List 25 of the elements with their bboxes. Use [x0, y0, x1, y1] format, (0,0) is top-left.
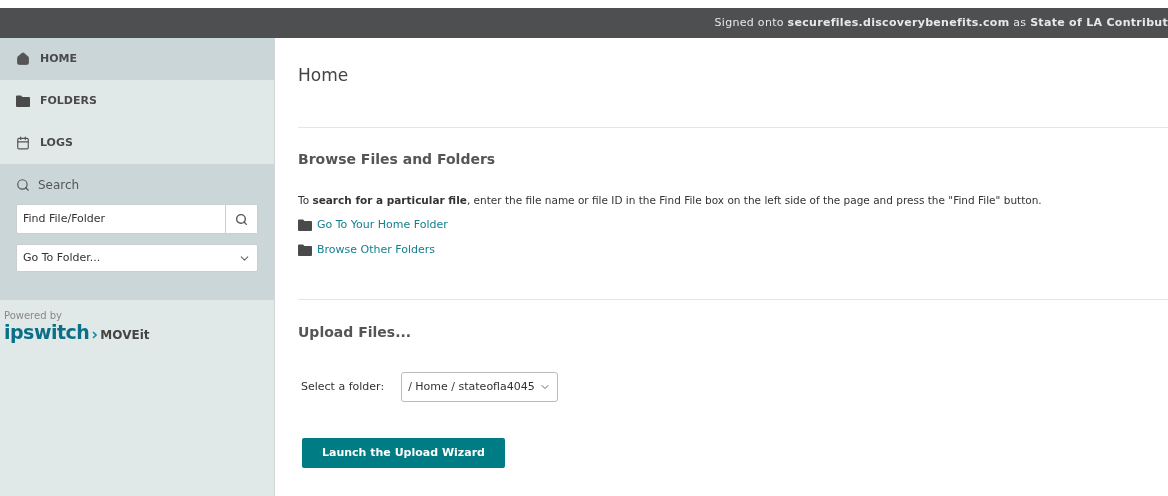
nav-item[interactable]: HOME	[0, 38, 274, 80]
chevron-icon	[92, 331, 98, 339]
select-label: Select a folder:	[301, 378, 385, 395]
log-icon	[16, 136, 30, 150]
section-heading: Upload Files...	[298, 323, 413, 342]
folder-select[interactable]: / Home / stateofla4045	[401, 372, 558, 402]
search-button[interactable]	[226, 204, 258, 234]
search-icon	[235, 212, 248, 226]
section-heading: Browse Files and Folders	[298, 150, 497, 169]
upload-wizard-button[interactable]: Launch the Upload Wizard	[302, 438, 505, 468]
signed-on-text: Signed onto securefiles.discoverybenefits.com as State of LA Contribut	[714, 14, 1168, 31]
folder-icon	[298, 244, 312, 256]
find-field[interactable]: Find File/Folder	[16, 204, 226, 234]
instruction-text: To search for a particular file, enter the file name or file ID in the Find File box on the left side of the page and press the "Find File" button.	[298, 193, 1043, 208]
search-label: Search	[38, 177, 80, 194]
folder-link[interactable]: Browse Other Folders	[317, 242, 435, 258]
page-title: Home	[298, 64, 350, 87]
go-to-folder-select[interactable]: Go To Folder...	[16, 244, 258, 272]
folder-link[interactable]: Go To Your Home Folder	[317, 217, 448, 233]
house-icon	[16, 52, 30, 66]
folder-icon	[298, 219, 312, 231]
powered-by-text: Powered by	[4, 310, 63, 322]
logo: ipswitch MOVEit	[4, 322, 151, 345]
search-icon	[16, 178, 30, 192]
folder-icon	[16, 95, 30, 107]
